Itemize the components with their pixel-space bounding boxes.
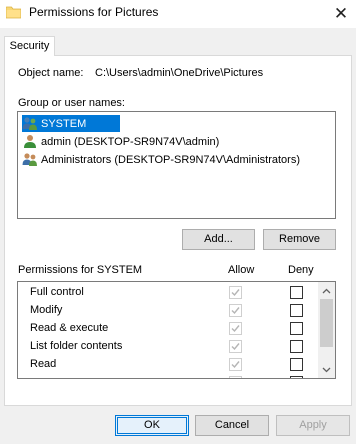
users-group-icon <box>22 117 37 130</box>
permission-name: List folder contents <box>30 340 123 352</box>
checkmark-icon <box>231 289 240 297</box>
deny-checkbox[interactable] <box>290 304 303 317</box>
window-title: Permissions for Pictures <box>29 5 159 19</box>
group-user-list[interactable]: SYSTEM admin (DESKTOP-SR9N74V\admin) Adm… <box>17 111 336 219</box>
deny-header: Deny <box>288 264 314 276</box>
allow-checkbox <box>229 376 242 379</box>
chevron-down-icon <box>322 367 331 372</box>
checkmark-icon <box>231 378 240 379</box>
list-item-label: SYSTEM <box>41 117 87 130</box>
allow-header: Allow <box>228 264 255 276</box>
list-item[interactable]: admin (DESKTOP-SR9N74V\admin) <box>22 133 222 150</box>
permission-row: Full control <box>18 284 318 302</box>
permission-row <box>18 374 318 379</box>
user-icon <box>24 135 36 148</box>
allow-checkbox <box>229 340 242 353</box>
object-name-label: Object name: <box>18 67 84 79</box>
remove-button[interactable]: Remove <box>263 229 336 250</box>
permission-name: Modify <box>30 304 63 316</box>
deny-checkbox[interactable] <box>290 358 303 371</box>
permissions-scrollbar[interactable] <box>318 282 335 378</box>
close-button[interactable]: ✕ <box>326 0 356 28</box>
title-bar: Permissions for Pictures ✕ <box>0 0 356 28</box>
checkmark-icon <box>231 343 240 351</box>
scroll-down-button[interactable] <box>318 361 335 378</box>
deny-checkbox[interactable] <box>290 322 303 335</box>
cancel-button[interactable]: Cancel <box>195 415 269 436</box>
ok-button[interactable]: OK <box>115 415 189 436</box>
allow-checkbox <box>229 358 242 371</box>
list-item-label: Administrators (DESKTOP-SR9N74V\Administ… <box>41 153 300 166</box>
permission-name: Read & execute <box>30 322 109 334</box>
checkmark-icon <box>231 361 240 369</box>
allow-checkbox <box>229 304 242 317</box>
permission-row: Modify <box>18 302 318 320</box>
close-icon: ✕ <box>333 4 349 23</box>
allow-checkbox <box>229 286 242 299</box>
allow-checkbox <box>229 322 242 335</box>
chevron-up-icon <box>322 288 331 293</box>
deny-checkbox[interactable] <box>290 340 303 353</box>
permission-row: Read <box>18 356 318 374</box>
object-name-value: C:\Users\admin\OneDrive\Pictures <box>95 67 264 79</box>
add-button[interactable]: Add... <box>182 229 255 250</box>
permissions-label: Permissions for SYSTEM <box>18 264 143 276</box>
permissions-list: Full control Modify Read & execute List … <box>17 281 336 379</box>
scroll-thumb[interactable] <box>320 299 333 347</box>
checkmark-icon <box>231 307 240 315</box>
deny-checkbox[interactable] <box>290 376 303 378</box>
tab-security[interactable]: Security <box>4 36 55 56</box>
list-item-label: admin (DESKTOP-SR9N74V\admin) <box>41 135 220 148</box>
permission-name: Read <box>30 358 57 370</box>
permission-row: List folder contents <box>18 338 318 356</box>
users-group-icon <box>22 153 37 166</box>
apply-button[interactable]: Apply <box>276 415 350 436</box>
checkmark-icon <box>231 325 240 333</box>
folder-icon <box>6 6 21 19</box>
list-item[interactable]: SYSTEM <box>22 115 120 132</box>
permission-row: Read & execute <box>18 320 318 338</box>
permission-name: Full control <box>30 286 84 298</box>
scroll-up-button[interactable] <box>318 282 335 299</box>
group-names-label: Group or user names: <box>18 97 125 109</box>
deny-checkbox[interactable] <box>290 286 303 299</box>
list-item[interactable]: Administrators (DESKTOP-SR9N74V\Administ… <box>22 151 303 168</box>
